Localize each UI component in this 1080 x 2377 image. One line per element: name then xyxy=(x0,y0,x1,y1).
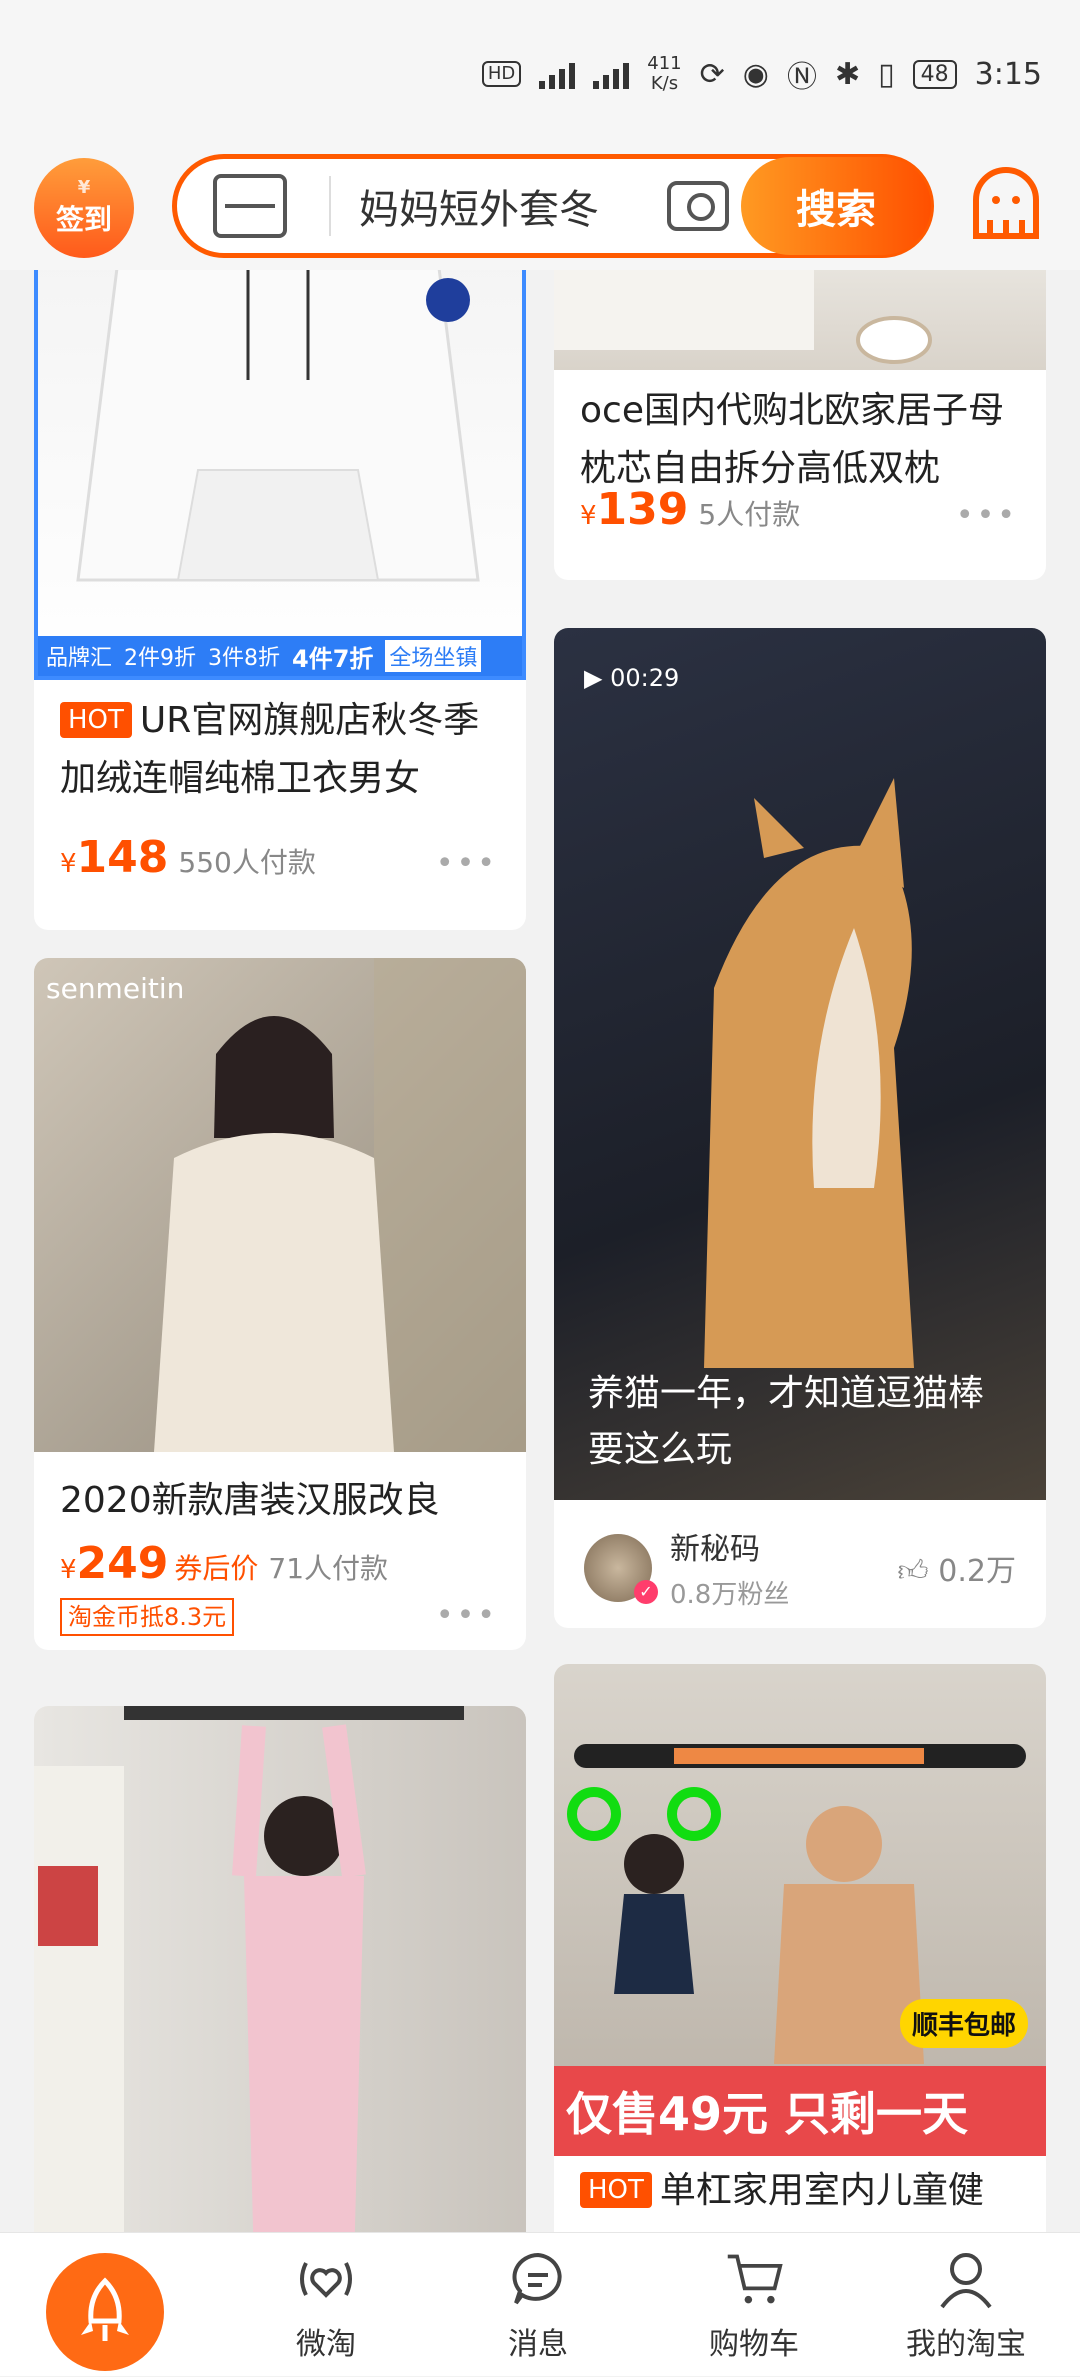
promo-tag: 3件8折 xyxy=(208,646,281,671)
sync-icon: ⟳ xyxy=(699,56,725,92)
scan-icon[interactable] xyxy=(213,174,287,238)
search-header: ¥ 签到 妈妈短外套冬 搜索 xyxy=(0,150,1080,270)
video-card[interactable]: ▶ 00:29 养猫一年，才知道逗猫棒要这么玩 新秘码 0.8万粉丝 👍︎ 0.… xyxy=(554,628,1046,1628)
promo-strip: 品牌汇 2件9折 3件8折 4件7折 全场坐镇 xyxy=(38,636,522,676)
product-image: 品牌汇 2件9折 3件8折 4件7折 全场坐镇 xyxy=(34,270,526,680)
vibrate-icon: ▯ xyxy=(878,56,895,92)
tab-label: 微淘 xyxy=(296,2327,356,2362)
price-value: 148 xyxy=(76,832,169,883)
product-price: ¥139 5人付款 xyxy=(580,484,800,535)
hot-badge: HOT xyxy=(580,2172,652,2208)
author-avatar[interactable] xyxy=(584,1533,658,1604)
more-icon[interactable]: ••• xyxy=(436,1598,498,1633)
tab-messages[interactable]: 消息 xyxy=(448,2233,628,2377)
currency-symbol: ¥ xyxy=(580,501,597,531)
clock: 3:15 xyxy=(974,56,1042,92)
product-title: oce国内代购北欧家居子母枕芯自由拆分高低双枕 xyxy=(580,390,1004,489)
home-rocket-button[interactable] xyxy=(46,2253,164,2371)
video-duration: ▶ 00:29 xyxy=(584,664,679,692)
search-bar[interactable]: 妈妈短外套冬 搜索 xyxy=(172,154,934,258)
brand-logo: senmeitin xyxy=(46,972,185,1005)
product-card[interactable]: oce国内代购北欧家居子母枕芯自由拆分高低双枕 ¥139 5人付款 ••• xyxy=(554,270,1046,580)
product-price: ¥249 券后价 71人付款 xyxy=(60,1538,388,1589)
status-bar: HD 411 K/s ⟳ ◉ Ⓝ ✱ ▯ 48 3:15 xyxy=(0,0,1080,150)
rocket-icon xyxy=(81,2277,129,2341)
product-image: 顺丰包邮 仅售49元 只剩一天 xyxy=(554,1664,1046,2156)
buyer-count: 550人付款 xyxy=(178,846,316,879)
tab-my-taobao[interactable]: 我的淘宝 xyxy=(876,2233,1056,2377)
battery-icon: 48 xyxy=(912,59,957,89)
buyer-count: 5人付款 xyxy=(698,498,801,531)
taobao-coin-badge: 淘金币抵8.3元 xyxy=(60,1598,235,1636)
video-caption: 养猫一年，才知道逗猫棒要这么玩 xyxy=(588,1373,985,1470)
tab-label: 我的淘宝 xyxy=(906,2327,1026,2362)
sale-banner: 仅售49元 只剩一天 xyxy=(554,2066,1046,2156)
more-icon[interactable]: ••• xyxy=(436,846,498,881)
product-card[interactable] xyxy=(34,1706,526,2232)
fan-count: 0.8万粉丝 xyxy=(670,1580,790,1610)
hd-icon: HD xyxy=(481,61,522,87)
free-shipping-badge: 顺丰包邮 xyxy=(899,1999,1028,2048)
promo-tag: 全场坐镇 xyxy=(385,640,482,672)
bottom-tab-bar: 微淘 消息 购物车 我的淘宝 xyxy=(0,2232,1080,2376)
video-thumbnail: ▶ 00:29 养猫一年，才知道逗猫棒要这么玩 xyxy=(554,628,1046,1500)
pullup-photo xyxy=(34,1706,464,2232)
author-name[interactable]: 新秘码 xyxy=(670,1524,789,1568)
cart-icon xyxy=(724,2249,784,2309)
heart-broadcast-icon xyxy=(296,2249,356,2309)
eye-icon: ◉ xyxy=(742,56,769,92)
search-button[interactable]: 搜索 xyxy=(741,157,931,255)
product-image xyxy=(34,1706,526,2232)
play-icon: ▶ xyxy=(584,664,611,692)
signin-label: 签到 xyxy=(55,203,112,236)
nfc-icon: Ⓝ xyxy=(786,60,817,95)
video-duration-text: 00:29 xyxy=(610,664,680,692)
price-value: 139 xyxy=(596,484,689,535)
more-icon[interactable]: ••• xyxy=(956,498,1018,533)
user-icon xyxy=(936,2249,996,2309)
mini-program-icon[interactable] xyxy=(968,164,1044,244)
product-image: senmeitin xyxy=(34,958,526,1452)
search-divider xyxy=(329,176,331,236)
promo-tag: 品牌汇 xyxy=(46,646,113,671)
author-info[interactable]: 新秘码 0.8万粉丝 xyxy=(584,1524,789,1611)
product-feed[interactable]: 品牌汇 2件9折 3件8折 4件7折 全场坐镇 HOT UR官网旗舰店秋冬季加绒连… xyxy=(0,270,1080,2232)
signin-button[interactable]: ¥ 签到 xyxy=(34,158,134,258)
product-card[interactable]: senmeitin 2020新款唐装汉服改良 ¥249 券后价 71人付款 淘金币抵… xyxy=(34,958,526,1650)
like-count: 0.2万 xyxy=(938,1554,1016,1589)
product-card[interactable]: 品牌汇 2件9折 3件8折 4件7折 全场坐镇 HOT UR官网旗舰店秋冬季加绒连… xyxy=(34,270,526,930)
network-speed: 411 K/s xyxy=(647,53,682,94)
price-value: 249 xyxy=(76,1538,169,1589)
thumbs-up-icon: 👍︎ xyxy=(897,1554,939,1589)
product-price: ¥148 550人付款 xyxy=(60,832,316,883)
signal-icon-2 xyxy=(593,59,630,89)
search-input[interactable]: 妈妈短外套冬 xyxy=(359,177,629,235)
product-title-text: 单杠家用室内儿童健 xyxy=(659,2170,984,2211)
tab-cart[interactable]: 购物车 xyxy=(664,2233,844,2377)
buyer-count: 71人付款 xyxy=(268,1552,389,1585)
coupon-label: 券后价 xyxy=(174,1552,259,1585)
currency-symbol: ¥ xyxy=(60,849,77,879)
hot-badge: HOT xyxy=(60,702,132,738)
tab-label: 购物车 xyxy=(709,2327,799,2362)
product-title: HOT 单杠家用室内儿童健 xyxy=(580,2162,1026,2220)
product-title: 2020新款唐装汉服改良 xyxy=(60,1480,440,1521)
promo-tag: 4件7折 xyxy=(292,644,374,673)
tab-label: 消息 xyxy=(508,2327,568,2362)
bluetooth-icon: ✱ xyxy=(834,56,861,92)
currency-symbol: ¥ xyxy=(60,1555,77,1585)
message-icon xyxy=(508,2249,568,2309)
product-card[interactable]: 顺丰包邮 仅售49元 只剩一天 HOT 单杠家用室内儿童健 xyxy=(554,1664,1046,2232)
model-image xyxy=(154,958,526,1452)
like-button[interactable]: 👍︎ 0.2万 xyxy=(897,1546,1016,1590)
pillow-image xyxy=(554,270,932,364)
coin-icon: ¥ xyxy=(77,177,91,198)
product-title: HOT UR官网旗舰店秋冬季加绒连帽纯棉卫衣男女 xyxy=(60,692,506,808)
product-image xyxy=(554,270,1046,370)
promo-tag: 2件9折 xyxy=(124,646,197,671)
camera-icon[interactable] xyxy=(667,181,729,231)
hoodie-image xyxy=(76,270,480,582)
tab-weitao[interactable]: 微淘 xyxy=(236,2233,416,2377)
signal-icon xyxy=(539,59,576,89)
